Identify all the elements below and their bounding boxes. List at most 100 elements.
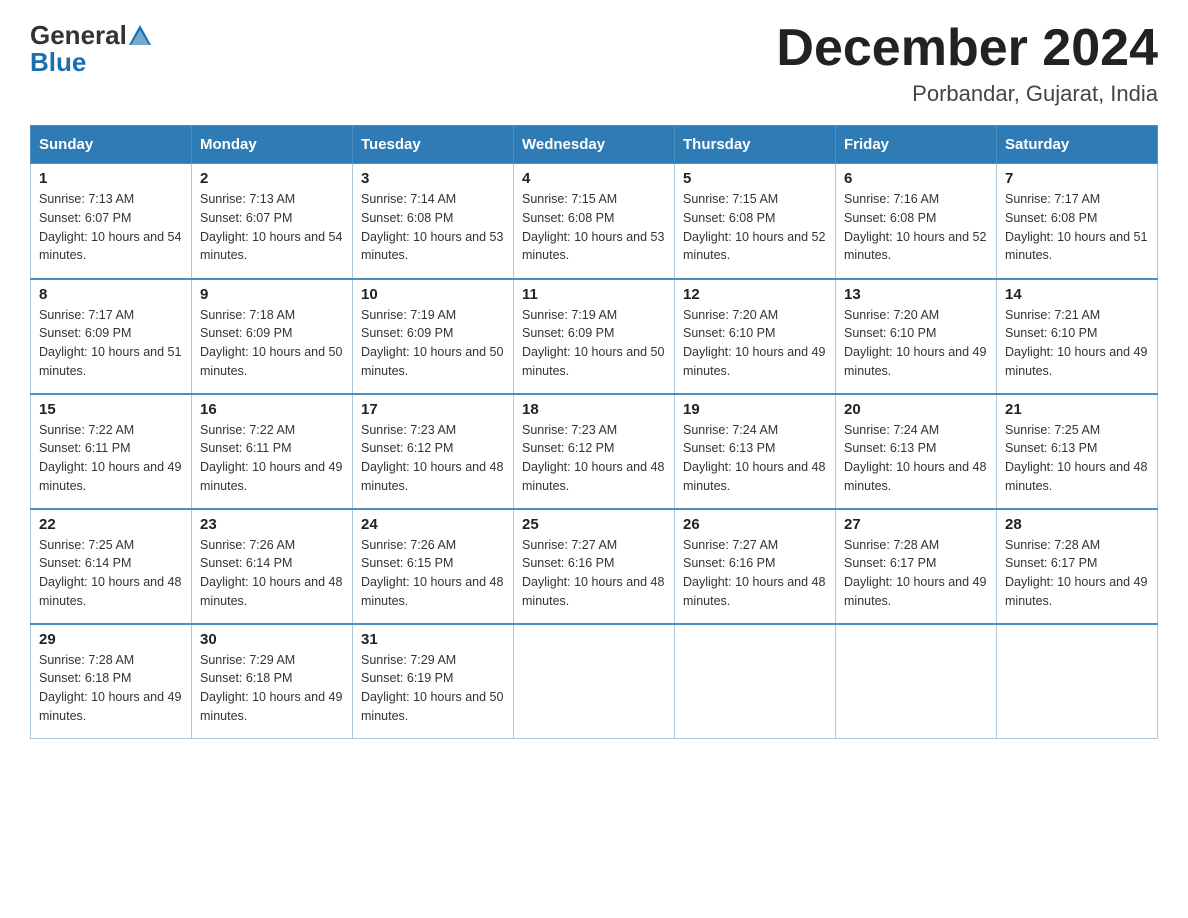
day-info: Sunrise: 7:15 AMSunset: 6:08 PMDaylight:… xyxy=(683,190,827,265)
day-number: 22 xyxy=(39,516,183,533)
title-block: December 2024 Porbandar, Gujarat, India xyxy=(776,20,1158,107)
column-header-tuesday: Tuesday xyxy=(353,126,514,164)
day-info: Sunrise: 7:25 AMSunset: 6:13 PMDaylight:… xyxy=(1005,421,1149,496)
calendar-cell: 29 Sunrise: 7:28 AMSunset: 6:18 PMDayligh… xyxy=(31,624,192,739)
location-subtitle: Porbandar, Gujarat, India xyxy=(776,81,1158,107)
calendar-cell: 4 Sunrise: 7:15 AMSunset: 6:08 PMDaylight… xyxy=(514,164,675,279)
day-number: 8 xyxy=(39,286,183,303)
calendar-cell: 26Sunrise: 7:27 AMSunset: 6:16 PMDayligh… xyxy=(675,509,836,624)
day-number: 16 xyxy=(200,401,344,418)
month-year-title: December 2024 xyxy=(776,20,1158,77)
calendar-cell xyxy=(514,624,675,739)
calendar-cell: 9Sunrise: 7:18 AMSunset: 6:09 PMDaylight… xyxy=(192,279,353,394)
calendar-cell: 23 Sunrise: 7:26 AMSunset: 6:14 PMDayligh… xyxy=(192,509,353,624)
calendar-cell: 10Sunrise: 7:19 AMSunset: 6:09 PMDayligh… xyxy=(353,279,514,394)
day-number: 28 xyxy=(1005,516,1149,533)
day-info: Sunrise: 7:16 AMSunset: 6:08 PMDaylight:… xyxy=(844,190,988,265)
day-info: Sunrise: 7:26 AMSunset: 6:14 PMDaylight:… xyxy=(200,536,344,611)
day-info: Sunrise: 7:22 AMSunset: 6:11 PMDaylight:… xyxy=(39,421,183,496)
calendar-cell: 21 Sunrise: 7:25 AMSunset: 6:13 PMDayligh… xyxy=(997,394,1158,509)
day-info: Sunrise: 7:20 AMSunset: 6:10 PMDaylight:… xyxy=(844,306,988,381)
calendar-cell: 2Sunrise: 7:13 AMSunset: 6:07 PMDaylight… xyxy=(192,164,353,279)
logo: General Blue xyxy=(30,20,151,78)
column-header-monday: Monday xyxy=(192,126,353,164)
calendar-cell: 16 Sunrise: 7:22 AMSunset: 6:11 PMDayligh… xyxy=(192,394,353,509)
day-info: Sunrise: 7:29 AMSunset: 6:18 PMDaylight:… xyxy=(200,651,344,726)
calendar-cell: 13 Sunrise: 7:20 AMSunset: 6:10 PMDayligh… xyxy=(836,279,997,394)
calendar-cell: 22 Sunrise: 7:25 AMSunset: 6:14 PMDayligh… xyxy=(31,509,192,624)
calendar-cell: 5 Sunrise: 7:15 AMSunset: 6:08 PMDaylight… xyxy=(675,164,836,279)
calendar-cell xyxy=(836,624,997,739)
day-number: 18 xyxy=(522,401,666,418)
logo-triangle-icon xyxy=(129,25,151,45)
day-info: Sunrise: 7:24 AMSunset: 6:13 PMDaylight:… xyxy=(683,421,827,496)
day-info: Sunrise: 7:23 AMSunset: 6:12 PMDaylight:… xyxy=(522,421,666,496)
day-info: Sunrise: 7:23 AMSunset: 6:12 PMDaylight:… xyxy=(361,421,505,496)
day-number: 9 xyxy=(200,286,344,303)
day-number: 31 xyxy=(361,631,505,648)
calendar-table: SundayMondayTuesdayWednesdayThursdayFrid… xyxy=(30,125,1158,739)
week-row-5: 29 Sunrise: 7:28 AMSunset: 6:18 PMDayligh… xyxy=(31,624,1158,739)
day-number: 1 xyxy=(39,170,183,187)
day-number: 30 xyxy=(200,631,344,648)
day-number: 17 xyxy=(361,401,505,418)
day-info: Sunrise: 7:24 AMSunset: 6:13 PMDaylight:… xyxy=(844,421,988,496)
calendar-cell: 15 Sunrise: 7:22 AMSunset: 6:11 PMDayligh… xyxy=(31,394,192,509)
calendar-cell xyxy=(675,624,836,739)
day-number: 24 xyxy=(361,516,505,533)
day-number: 4 xyxy=(522,170,666,187)
day-info: Sunrise: 7:20 AMSunset: 6:10 PMDaylight:… xyxy=(683,306,827,381)
day-info: Sunrise: 7:17 AMSunset: 6:09 PMDaylight:… xyxy=(39,306,183,381)
week-row-3: 15 Sunrise: 7:22 AMSunset: 6:11 PMDayligh… xyxy=(31,394,1158,509)
calendar-cell: 3Sunrise: 7:14 AMSunset: 6:08 PMDaylight… xyxy=(353,164,514,279)
logo-blue-text: Blue xyxy=(30,47,86,78)
column-header-saturday: Saturday xyxy=(997,126,1158,164)
day-info: Sunrise: 7:19 AMSunset: 6:09 PMDaylight:… xyxy=(522,306,666,381)
day-info: Sunrise: 7:19 AMSunset: 6:09 PMDaylight:… xyxy=(361,306,505,381)
day-number: 21 xyxy=(1005,401,1149,418)
calendar-cell: 30 Sunrise: 7:29 AMSunset: 6:18 PMDayligh… xyxy=(192,624,353,739)
week-row-2: 8 Sunrise: 7:17 AMSunset: 6:09 PMDaylight… xyxy=(31,279,1158,394)
header-row: SundayMondayTuesdayWednesdayThursdayFrid… xyxy=(31,126,1158,164)
column-header-thursday: Thursday xyxy=(675,126,836,164)
column-header-wednesday: Wednesday xyxy=(514,126,675,164)
day-info: Sunrise: 7:13 AMSunset: 6:07 PMDaylight:… xyxy=(200,190,344,265)
calendar-cell: 31 Sunrise: 7:29 AMSunset: 6:19 PMDayligh… xyxy=(353,624,514,739)
day-number: 13 xyxy=(844,286,988,303)
week-row-1: 1 Sunrise: 7:13 AMSunset: 6:07 PMDaylight… xyxy=(31,164,1158,279)
day-info: Sunrise: 7:21 AMSunset: 6:10 PMDaylight:… xyxy=(1005,306,1149,381)
day-info: Sunrise: 7:26 AMSunset: 6:15 PMDaylight:… xyxy=(361,536,505,611)
day-info: Sunrise: 7:22 AMSunset: 6:11 PMDaylight:… xyxy=(200,421,344,496)
day-info: Sunrise: 7:15 AMSunset: 6:08 PMDaylight:… xyxy=(522,190,666,265)
calendar-cell: 27Sunrise: 7:28 AMSunset: 6:17 PMDayligh… xyxy=(836,509,997,624)
calendar-cell: 25Sunrise: 7:27 AMSunset: 6:16 PMDayligh… xyxy=(514,509,675,624)
calendar-cell: 20Sunrise: 7:24 AMSunset: 6:13 PMDayligh… xyxy=(836,394,997,509)
day-info: Sunrise: 7:29 AMSunset: 6:19 PMDaylight:… xyxy=(361,651,505,726)
day-number: 27 xyxy=(844,516,988,533)
day-info: Sunrise: 7:13 AMSunset: 6:07 PMDaylight:… xyxy=(39,190,183,265)
day-info: Sunrise: 7:17 AMSunset: 6:08 PMDaylight:… xyxy=(1005,190,1149,265)
day-number: 15 xyxy=(39,401,183,418)
day-number: 26 xyxy=(683,516,827,533)
day-info: Sunrise: 7:27 AMSunset: 6:16 PMDaylight:… xyxy=(522,536,666,611)
day-number: 23 xyxy=(200,516,344,533)
day-number: 29 xyxy=(39,631,183,648)
day-info: Sunrise: 7:25 AMSunset: 6:14 PMDaylight:… xyxy=(39,536,183,611)
column-header-sunday: Sunday xyxy=(31,126,192,164)
day-number: 19 xyxy=(683,401,827,418)
calendar-cell: 8 Sunrise: 7:17 AMSunset: 6:09 PMDaylight… xyxy=(31,279,192,394)
calendar-cell: 12Sunrise: 7:20 AMSunset: 6:10 PMDayligh… xyxy=(675,279,836,394)
week-row-4: 22 Sunrise: 7:25 AMSunset: 6:14 PMDayligh… xyxy=(31,509,1158,624)
day-number: 14 xyxy=(1005,286,1149,303)
calendar-cell: 28 Sunrise: 7:28 AMSunset: 6:17 PMDayligh… xyxy=(997,509,1158,624)
calendar-cell: 7Sunrise: 7:17 AMSunset: 6:08 PMDaylight… xyxy=(997,164,1158,279)
calendar-cell: 1 Sunrise: 7:13 AMSunset: 6:07 PMDaylight… xyxy=(31,164,192,279)
day-number: 5 xyxy=(683,170,827,187)
day-number: 3 xyxy=(361,170,505,187)
day-number: 11 xyxy=(522,286,666,303)
calendar-cell: 18 Sunrise: 7:23 AMSunset: 6:12 PMDayligh… xyxy=(514,394,675,509)
day-info: Sunrise: 7:28 AMSunset: 6:17 PMDaylight:… xyxy=(1005,536,1149,611)
column-header-friday: Friday xyxy=(836,126,997,164)
calendar-cell: 24 Sunrise: 7:26 AMSunset: 6:15 PMDayligh… xyxy=(353,509,514,624)
day-info: Sunrise: 7:28 AMSunset: 6:18 PMDaylight:… xyxy=(39,651,183,726)
